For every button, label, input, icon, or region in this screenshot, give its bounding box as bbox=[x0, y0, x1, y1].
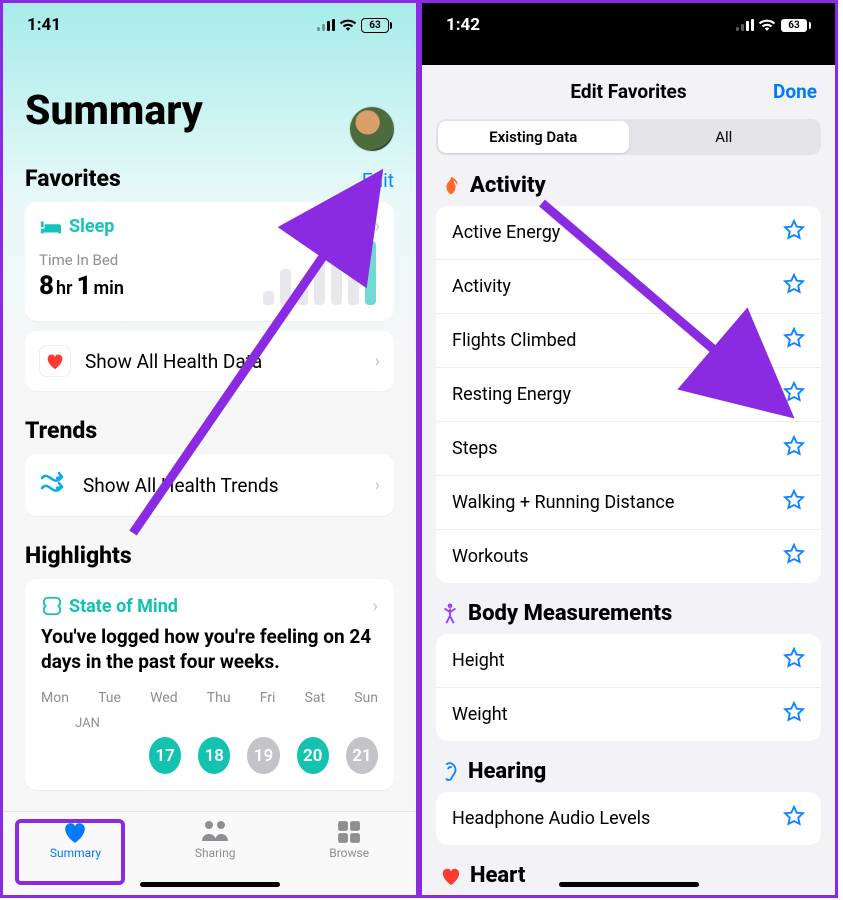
status-bar: 1:42 63 bbox=[422, 3, 835, 47]
month-label: JAN bbox=[75, 716, 100, 731]
status-time: 1:42 bbox=[446, 15, 480, 35]
home-indicator[interactable] bbox=[559, 882, 699, 887]
category-activity: Activity bbox=[440, 173, 817, 198]
segment-all[interactable]: All bbox=[629, 121, 820, 153]
home-indicator[interactable] bbox=[140, 882, 280, 887]
dates-row: 17 18 19 20 21 bbox=[41, 737, 378, 774]
activity-item[interactable]: Workouts bbox=[436, 529, 821, 583]
segment-existing-data[interactable]: Existing Data bbox=[438, 121, 629, 153]
edit-favorites-screen: 1:42 63 Edit Favorites Done Existing Dat… bbox=[419, 0, 838, 898]
people-icon bbox=[201, 820, 229, 844]
summary-screen: 1:41 63 Summary Favorites Edit Sleep 6:3… bbox=[0, 0, 419, 898]
heart-icon bbox=[440, 866, 462, 886]
chevron-right-icon: › bbox=[373, 596, 378, 617]
heart-group: Blood Pressure bbox=[436, 896, 821, 898]
star-icon[interactable] bbox=[783, 647, 805, 674]
edit-button[interactable]: Edit bbox=[362, 169, 394, 192]
tab-summary[interactable]: Summary bbox=[50, 820, 101, 860]
done-button[interactable]: Done bbox=[773, 80, 817, 103]
sheet-title: Edit Favorites bbox=[570, 80, 686, 103]
profile-avatar[interactable] bbox=[350, 107, 394, 151]
date-chip[interactable]: 21 bbox=[346, 737, 378, 774]
all-health-data-label: Show All Health Data bbox=[85, 350, 361, 373]
star-icon[interactable] bbox=[783, 435, 805, 462]
grid-icon bbox=[335, 820, 363, 844]
heart-icon bbox=[39, 345, 71, 377]
star-icon[interactable] bbox=[783, 489, 805, 516]
activity-item[interactable]: Resting Energy bbox=[436, 367, 821, 421]
chevron-right-icon: › bbox=[375, 216, 380, 237]
activity-item[interactable]: Active Energy bbox=[436, 206, 821, 259]
heart-item[interactable]: Blood Pressure bbox=[436, 896, 821, 898]
star-icon[interactable] bbox=[783, 327, 805, 354]
activity-item[interactable]: Activity bbox=[436, 259, 821, 313]
body-item[interactable]: Weight bbox=[436, 687, 821, 741]
hearing-group: Headphone Audio Levels bbox=[436, 792, 821, 845]
flame-icon bbox=[440, 175, 462, 197]
battery-icon: 63 bbox=[361, 18, 392, 33]
brain-icon bbox=[41, 595, 63, 617]
edit-favorites-sheet: Edit Favorites Done Existing Data All Ac… bbox=[422, 65, 835, 895]
state-of-mind-text: You've logged how you're feeling on 24 d… bbox=[41, 625, 378, 674]
sleep-time: 6:31 bbox=[338, 217, 369, 236]
activity-item-steps[interactable]: Steps bbox=[436, 421, 821, 475]
star-icon[interactable] bbox=[783, 219, 805, 246]
sleep-card[interactable]: Sleep 6:31› Time In Bed 8hr1min bbox=[25, 202, 394, 321]
all-trends-row[interactable]: Show All Health Trends › bbox=[25, 454, 394, 516]
body-icon bbox=[440, 603, 460, 625]
segmented-control[interactable]: Existing Data All bbox=[436, 119, 821, 155]
trends-icon bbox=[39, 468, 69, 502]
sleep-label: Sleep bbox=[69, 216, 114, 237]
star-icon[interactable] bbox=[783, 701, 805, 728]
state-of-mind-card[interactable]: State of Mind › You've logged how you're… bbox=[25, 579, 394, 790]
category-hearing: Hearing bbox=[440, 759, 817, 784]
chevron-right-icon: › bbox=[375, 351, 380, 372]
battery-icon: 63 bbox=[780, 18, 811, 33]
date-chip[interactable]: 20 bbox=[297, 737, 329, 774]
favorites-heading: Favorites bbox=[25, 165, 121, 192]
date-chip[interactable]: 18 bbox=[198, 737, 230, 774]
all-trends-label: Show All Health Trends bbox=[83, 474, 361, 497]
tab-browse[interactable]: Browse bbox=[329, 820, 369, 860]
bed-icon bbox=[39, 219, 61, 235]
body-item[interactable]: Height bbox=[436, 634, 821, 687]
activity-item[interactable]: Walking + Running Distance bbox=[436, 475, 821, 529]
sleep-chart bbox=[263, 235, 376, 305]
activity-group: Active Energy Activity Flights Climbed R… bbox=[436, 206, 821, 583]
wifi-icon bbox=[758, 18, 776, 32]
tab-sharing[interactable]: Sharing bbox=[195, 820, 236, 860]
cellular-icon bbox=[317, 19, 335, 31]
status-bar: 1:41 63 bbox=[3, 3, 416, 47]
highlights-heading: Highlights bbox=[25, 542, 132, 569]
trends-heading: Trends bbox=[25, 417, 97, 444]
date-chip[interactable]: 19 bbox=[247, 737, 279, 774]
all-health-data-row[interactable]: Show All Health Data › bbox=[25, 331, 394, 391]
date-chip[interactable]: 17 bbox=[149, 737, 181, 774]
status-time: 1:41 bbox=[27, 15, 61, 35]
star-icon[interactable] bbox=[783, 805, 805, 832]
cellular-icon bbox=[736, 19, 754, 31]
page-title: Summary bbox=[25, 87, 394, 135]
body-group: Height Weight bbox=[436, 634, 821, 741]
star-icon[interactable] bbox=[783, 543, 805, 570]
hearing-item[interactable]: Headphone Audio Levels bbox=[436, 792, 821, 845]
heart-icon bbox=[61, 820, 89, 844]
activity-item[interactable]: Flights Climbed bbox=[436, 313, 821, 367]
star-icon[interactable] bbox=[783, 273, 805, 300]
state-of-mind-label: State of Mind bbox=[69, 596, 178, 617]
chevron-right-icon: › bbox=[375, 475, 380, 496]
ear-icon bbox=[440, 761, 460, 783]
category-body: Body Measurements bbox=[440, 601, 817, 626]
star-icon[interactable] bbox=[783, 381, 805, 408]
wifi-icon bbox=[339, 18, 357, 32]
weekday-row: MonTueWedThuFriSatSun bbox=[41, 690, 378, 706]
